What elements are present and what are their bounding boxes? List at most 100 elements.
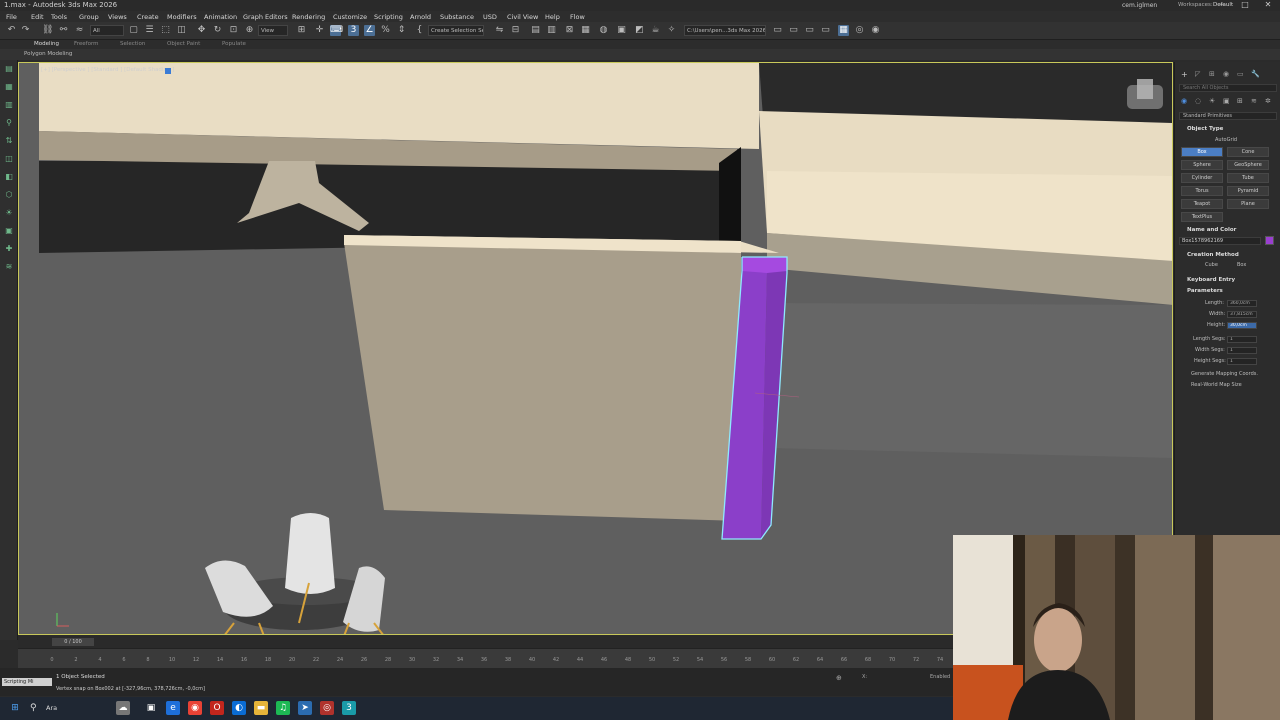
box-radio[interactable]: Box bbox=[1237, 262, 1246, 268]
search-icon[interactable]: ⚲ bbox=[30, 703, 37, 713]
creation-method-rollout[interactable]: Creation Method bbox=[1187, 252, 1239, 258]
textplus-button[interactable]: TextPlus bbox=[1181, 212, 1223, 222]
material-editor-icon[interactable]: ◍ bbox=[598, 25, 609, 36]
mirror-icon[interactable]: ⇋ bbox=[494, 25, 505, 36]
globe-icon[interactable]: ◎ bbox=[854, 25, 865, 36]
object-color-swatch[interactable] bbox=[1265, 236, 1274, 245]
grid-enabled-label[interactable]: Enabled bbox=[930, 674, 950, 680]
viewport-layout-icon[interactable]: ▭ bbox=[820, 25, 831, 36]
region-select-icon[interactable]: ⬚ bbox=[160, 25, 171, 36]
menu-flow[interactable]: Flow bbox=[570, 13, 585, 21]
select-object-icon[interactable]: ▢ bbox=[128, 25, 139, 36]
select-by-name-icon[interactable]: ☰ bbox=[144, 25, 155, 36]
plane-button[interactable]: Plane bbox=[1227, 199, 1269, 209]
helpers-filter-icon[interactable]: ✚ bbox=[3, 244, 15, 254]
autogrid-checkbox[interactable]: AutoGrid bbox=[1215, 137, 1237, 143]
display-tab-icon[interactable]: ▭ bbox=[1237, 70, 1244, 78]
move-icon[interactable]: ✥ bbox=[196, 25, 207, 36]
select-manipulate-icon[interactable]: ✛ bbox=[314, 25, 325, 36]
open-file-icon[interactable]: ▭ bbox=[772, 25, 783, 36]
length-field[interactable]: 360,0cm bbox=[1227, 300, 1257, 307]
cameras-icon[interactable]: ▣ bbox=[1223, 97, 1230, 105]
viewport-maximize-icon[interactable] bbox=[165, 68, 171, 74]
render-production-icon[interactable]: ☕ bbox=[650, 25, 661, 36]
menu-modifiers[interactable]: Modifiers bbox=[167, 13, 197, 21]
utilities-tab-icon[interactable]: 🔧 bbox=[1251, 70, 1260, 78]
menu-animation[interactable]: Animation bbox=[204, 13, 237, 21]
cameras-filter-icon[interactable]: ▣ bbox=[3, 226, 15, 236]
lights-filter-icon[interactable]: ☀ bbox=[3, 208, 15, 218]
opera-icon[interactable]: O bbox=[210, 701, 224, 715]
menu-help[interactable]: Help bbox=[545, 13, 560, 21]
spacewarps-filter-icon[interactable]: ≋ bbox=[3, 262, 15, 272]
width-segs-field[interactable]: 1 bbox=[1227, 347, 1257, 354]
undo-icon[interactable]: ↶ bbox=[6, 25, 17, 36]
edit-named-sets-icon[interactable]: { bbox=[414, 25, 425, 36]
ribbon-tab-selection[interactable]: Selection bbox=[120, 41, 145, 47]
width-field[interactable]: 37,815cm bbox=[1227, 311, 1257, 318]
maxscript-listener[interactable]: Scripting Mi bbox=[2, 678, 52, 686]
sphere-button[interactable]: Sphere bbox=[1181, 160, 1223, 170]
teapot-button[interactable]: Teapot bbox=[1181, 199, 1223, 209]
selection-filter-dropdown[interactable]: All bbox=[90, 25, 124, 36]
menu-usd[interactable]: USD bbox=[483, 13, 497, 21]
menu-views[interactable]: Views bbox=[108, 13, 127, 21]
3dsmax-icon[interactable]: 3 bbox=[342, 701, 356, 715]
link-icon[interactable]: ⛓ bbox=[42, 25, 53, 36]
menu-tools[interactable]: Tools bbox=[51, 13, 67, 21]
time-slider-thumb[interactable]: 0 / 100 bbox=[52, 638, 94, 646]
category-dropdown[interactable]: Standard Primitives bbox=[1179, 112, 1277, 120]
menu-scripting[interactable]: Scripting bbox=[374, 13, 403, 21]
sort-icon[interactable]: ⇅ bbox=[3, 136, 15, 146]
named-selection-set-dropdown[interactable]: Create Selection Se bbox=[428, 25, 484, 36]
render-iterative-icon[interactable]: ✧ bbox=[666, 25, 677, 36]
unlink-icon[interactable]: ⚯ bbox=[58, 25, 69, 36]
hierarchy-tab-icon[interactable]: ⊞ bbox=[1209, 70, 1215, 78]
menu-civil-view[interactable]: Civil View bbox=[507, 13, 538, 21]
systems-icon[interactable]: ✲ bbox=[1265, 97, 1271, 105]
ribbon-sub-label[interactable]: Polygon Modeling bbox=[24, 51, 72, 57]
lights-icon[interactable]: ☀ bbox=[1209, 97, 1215, 105]
menu-customize[interactable]: Customize bbox=[333, 13, 367, 21]
widgets-icon[interactable]: ☁ bbox=[116, 701, 130, 715]
object-name-input[interactable]: Box1578962169 bbox=[1179, 237, 1261, 245]
track-bar[interactable]: 0 2 4 6 8 10 12 14 16 18 20 22 24 26 28 30 32 34 36 38 40 42 4… bbox=[18, 648, 953, 668]
maximize-icon[interactable]: □ bbox=[1235, 0, 1255, 11]
help-icon[interactable]: ◉ bbox=[870, 25, 881, 36]
box-button[interactable]: Box bbox=[1181, 147, 1223, 157]
keyboard-shortcut-toggle-icon[interactable]: ⌨ bbox=[330, 25, 343, 36]
telegram-icon[interactable]: ➤ bbox=[298, 701, 312, 715]
scale-icon[interactable]: ⊡ bbox=[228, 25, 239, 36]
snaps-toggle-icon[interactable]: 3 bbox=[348, 25, 359, 36]
bind-spacewarp-icon[interactable]: ≈ bbox=[74, 25, 85, 36]
cube-radio[interactable]: Cube bbox=[1205, 262, 1218, 268]
toggle-ribbon-icon[interactable]: ▥ bbox=[546, 25, 557, 36]
time-slider[interactable]: 0 / 100 bbox=[18, 636, 953, 648]
modify-tab-icon[interactable]: ◸ bbox=[1195, 70, 1200, 78]
pyramid-button[interactable]: Pyramid bbox=[1227, 186, 1269, 196]
real-world-map-checkbox[interactable]: Real-World Map Size bbox=[1191, 382, 1242, 388]
viewport-label[interactable]: [+] [Perspective ] [Standard ] [Default … bbox=[41, 67, 174, 73]
close-icon[interactable]: ✕ bbox=[1258, 0, 1278, 11]
schematic-view-icon[interactable]: ▦ bbox=[580, 25, 591, 36]
create-tab-icon[interactable]: + bbox=[1181, 70, 1188, 79]
shapes-filter-icon[interactable]: ⬡ bbox=[3, 190, 15, 200]
render-frame-icon[interactable]: ◩ bbox=[634, 25, 645, 36]
rotate-icon[interactable]: ↻ bbox=[212, 25, 223, 36]
redo-icon[interactable]: ↷ bbox=[20, 25, 31, 36]
spinner-snap-icon[interactable]: ⇕ bbox=[396, 25, 407, 36]
obs-icon[interactable]: ◎ bbox=[320, 701, 334, 715]
shapes-icon[interactable]: ◌ bbox=[1195, 97, 1201, 105]
torus-button[interactable]: Torus bbox=[1181, 186, 1223, 196]
geometry-filter-icon[interactable]: ◧ bbox=[3, 172, 15, 182]
geosphere-button[interactable]: GeoSphere bbox=[1227, 160, 1269, 170]
lock-selection-icon[interactable]: ⊕ bbox=[836, 674, 842, 682]
scene-explorer-icon[interactable]: ▦ bbox=[838, 25, 849, 36]
menu-substance[interactable]: Substance bbox=[440, 13, 474, 21]
cone-button[interactable]: Cone bbox=[1227, 147, 1269, 157]
display-icon[interactable]: ◫ bbox=[3, 154, 15, 164]
curve-editor-icon[interactable]: ⊠ bbox=[564, 25, 575, 36]
parameters-rollout[interactable]: Parameters bbox=[1187, 288, 1223, 294]
name-color-rollout[interactable]: Name and Color bbox=[1187, 227, 1236, 233]
percent-snap-icon[interactable]: % bbox=[380, 25, 391, 36]
